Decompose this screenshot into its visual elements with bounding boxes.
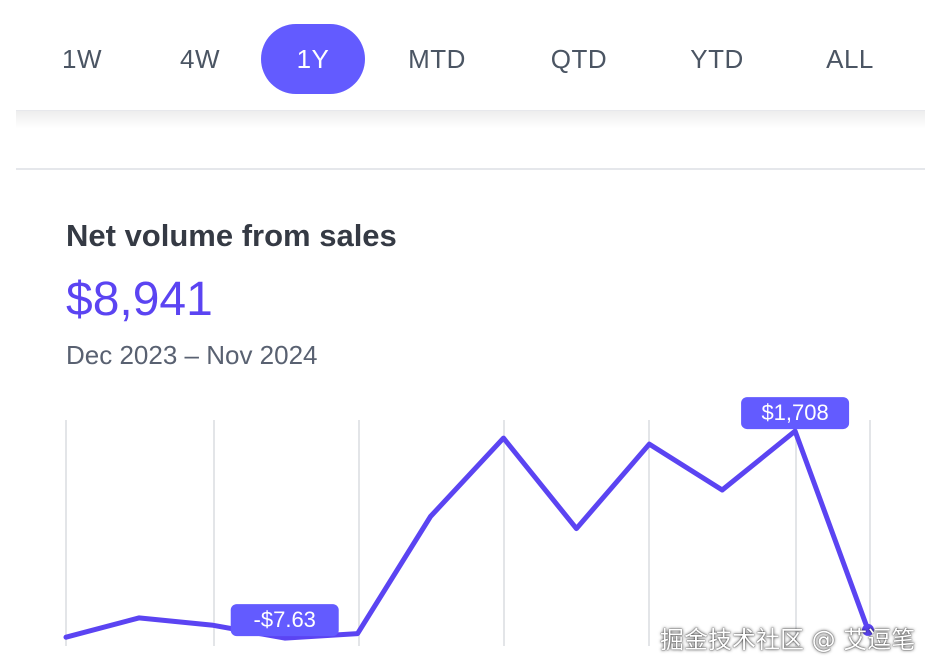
annotation-text-1: $1,708 (761, 400, 828, 425)
annotation-text-0: -$7.63 (254, 607, 316, 632)
annotation-label-1: $1,708 (741, 397, 850, 430)
app-root: 1W 4W 1Y MTD QTD YTD ALL Net volume from sales… (0, 0, 942, 670)
annotation-label-0: -$7.63 (230, 604, 339, 637)
series-line (63, 428, 871, 641)
watermark-text: 掘金技术社区 @ 艾逗笔 (660, 626, 916, 654)
net-volume-chart: -$7.63 $1,708 (63, 397, 874, 646)
